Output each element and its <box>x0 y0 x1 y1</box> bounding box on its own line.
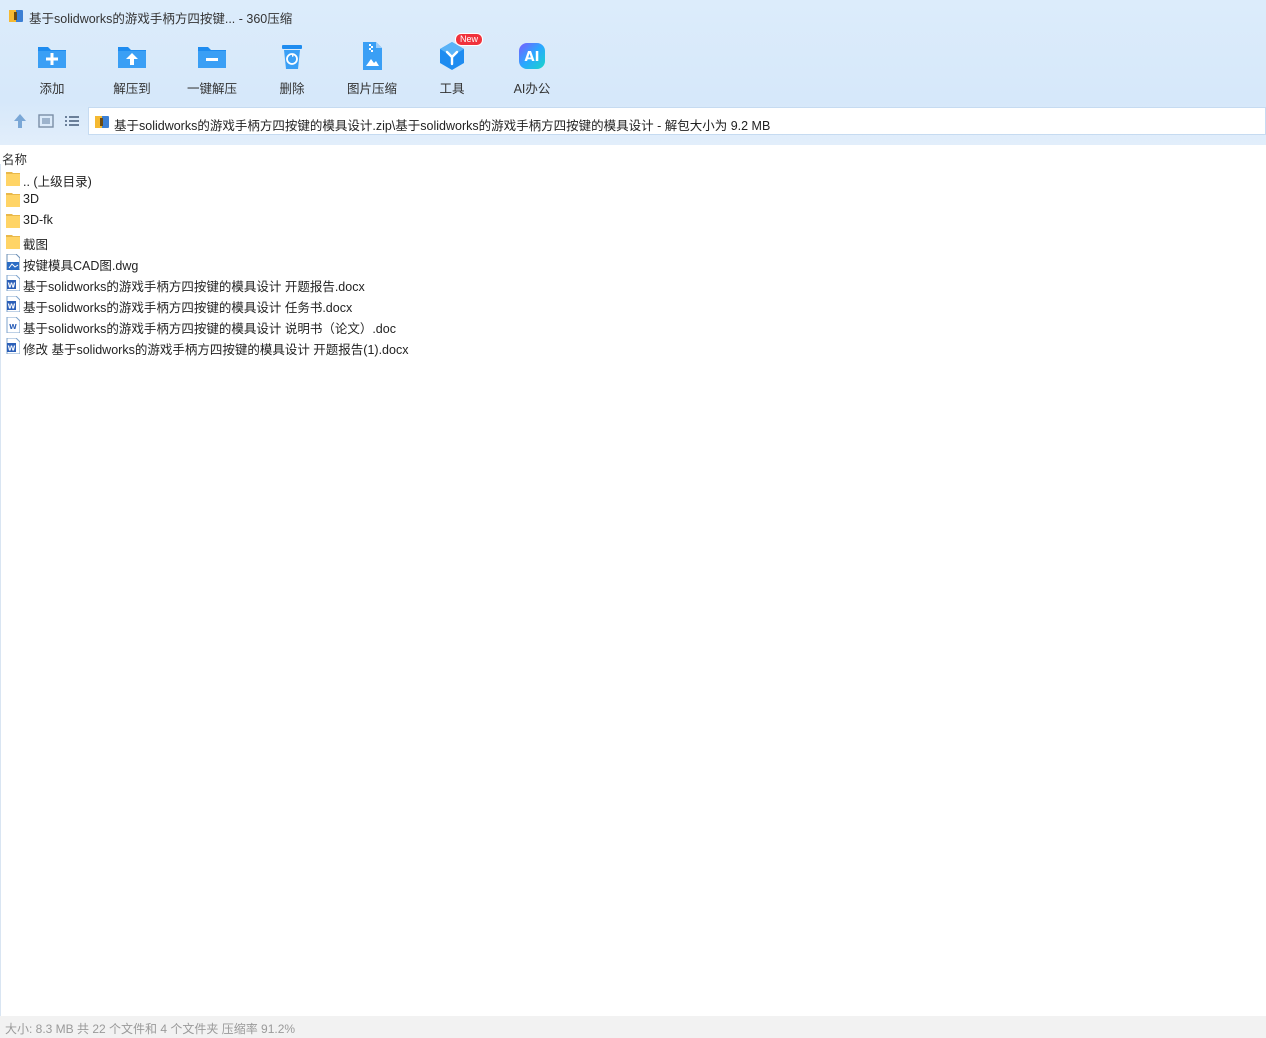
list-item[interactable]: 截图 <box>0 231 1266 252</box>
word-doc-icon: W <box>6 338 20 354</box>
status-text: 大小: 8.3 MB 共 22 个文件和 4 个文件夹 压缩率 91.2% <box>5 1022 296 1036</box>
tools-button[interactable]: New 工具 <box>412 33 492 100</box>
ai-office-icon: AI <box>519 43 545 69</box>
main-toolbar: 添加 解压到 一键解压 删除 图片压缩 New 工具 AI AI办公 <box>12 33 572 102</box>
list-item[interactable]: W 基于solidworks的游戏手柄方四按键的模具设计 任务书.docx <box>0 294 1266 315</box>
word-doc-icon: W <box>6 317 20 333</box>
column-header: 名称 <box>0 146 1266 167</box>
tools-label: 工具 <box>439 82 465 96</box>
file-name: 按键模具CAD图.dwg <box>23 259 139 273</box>
up-arrow-icon[interactable] <box>11 112 29 130</box>
file-name: 修改 基于solidworks的游戏手柄方四按键的模具设计 开题报告(1).do… <box>23 343 409 357</box>
file-name: 3D-fk <box>23 213 53 227</box>
image-compress-button[interactable]: 图片压缩 <box>332 36 412 100</box>
one-click-extract-icon <box>198 47 226 68</box>
extract-to-label: 解压到 <box>113 82 151 96</box>
zip-archive-icon <box>95 116 109 128</box>
title-bar: 基于solidworks的游戏手柄方四按键... - 360压缩 <box>0 0 1266 32</box>
address-path: 基于solidworks的游戏手柄方四按键的模具设计.zip\基于solidwo… <box>114 119 771 133</box>
archive-app-icon <box>9 10 23 22</box>
file-name: .. (上级目录) <box>23 175 92 189</box>
list-item[interactable]: W 基于solidworks的游戏手柄方四按键的模具设计 说明书（论文）.doc <box>0 315 1266 336</box>
file-name: 截图 <box>23 238 49 252</box>
list-item[interactable]: 3D-fk <box>0 210 1266 231</box>
add-folder-icon <box>38 47 66 68</box>
extract-to-icon <box>118 47 146 68</box>
folder-icon <box>6 235 20 249</box>
svg-text:W: W <box>8 303 16 311</box>
word-doc-icon: W <box>6 296 20 312</box>
add-button[interactable]: 添加 <box>12 36 92 100</box>
one-click-extract-button[interactable]: 一键解压 <box>172 36 252 100</box>
top-chrome: 基于solidworks的游戏手柄方四按键... - 360压缩 添加 解压到 <box>0 0 1266 145</box>
image-compress-label: 图片压缩 <box>346 82 397 96</box>
list-item[interactable]: .. (上级目录) <box>0 168 1266 189</box>
status-bar: 大小: 8.3 MB 共 22 个文件和 4 个文件夹 压缩率 91.2% <box>0 1016 1266 1038</box>
svg-text:AI: AI <box>525 50 540 65</box>
folder-icon <box>6 214 20 228</box>
add-label: 添加 <box>39 82 65 96</box>
svg-text:W: W <box>9 323 17 331</box>
word-doc-icon: W <box>6 275 20 291</box>
thumbnail-view-icon[interactable] <box>37 112 55 130</box>
svg-text:W: W <box>8 345 16 353</box>
window-title: 基于solidworks的游戏手柄方四按键... - 360压缩 <box>29 12 293 26</box>
list-item[interactable]: 3D <box>0 189 1266 210</box>
file-name: 3D <box>23 192 39 206</box>
file-name: 基于solidworks的游戏手柄方四按键的模具设计 任务书.docx <box>23 301 353 315</box>
image-compress-icon <box>363 42 382 70</box>
ai-office-button[interactable]: AI AI办公 <box>492 36 572 100</box>
ai-office-label: AI办公 <box>513 82 551 96</box>
svg-text:W: W <box>8 282 16 290</box>
extract-to-button[interactable]: 解压到 <box>92 36 172 100</box>
list-item[interactable]: W 修改 基于solidworks的游戏手柄方四按键的模具设计 开题报告(1).… <box>0 336 1266 357</box>
list-view-icon[interactable] <box>63 112 81 130</box>
list-item[interactable]: W 基于solidworks的游戏手柄方四按键的模具设计 开题报告.docx <box>0 273 1266 294</box>
address-bar[interactable]: 基于solidworks的游戏手柄方四按键的模具设计.zip\基于solidwo… <box>88 107 1266 135</box>
one-click-extract-label: 一键解压 <box>186 82 237 96</box>
new-badge: New <box>455 33 484 46</box>
column-name-header[interactable]: 名称 <box>2 149 27 168</box>
list-item[interactable]: 按键模具CAD图.dwg <box>0 252 1266 273</box>
trash-icon <box>282 45 302 69</box>
file-name: 基于solidworks的游戏手柄方四按键的模具设计 开题报告.docx <box>23 280 365 294</box>
delete-label: 删除 <box>279 82 305 96</box>
file-name: 基于solidworks的游戏手柄方四按键的模具设计 说明书（论文）.doc <box>23 322 396 336</box>
file-list: .. (上级目录) 3D 3D-fk 截图 按键模具CAD图.dwg W 基于s… <box>0 168 1266 357</box>
folder-icon <box>6 193 20 207</box>
dwg-file-icon <box>6 254 20 270</box>
delete-button[interactable]: 删除 <box>252 36 332 100</box>
folder-icon <box>6 172 20 186</box>
